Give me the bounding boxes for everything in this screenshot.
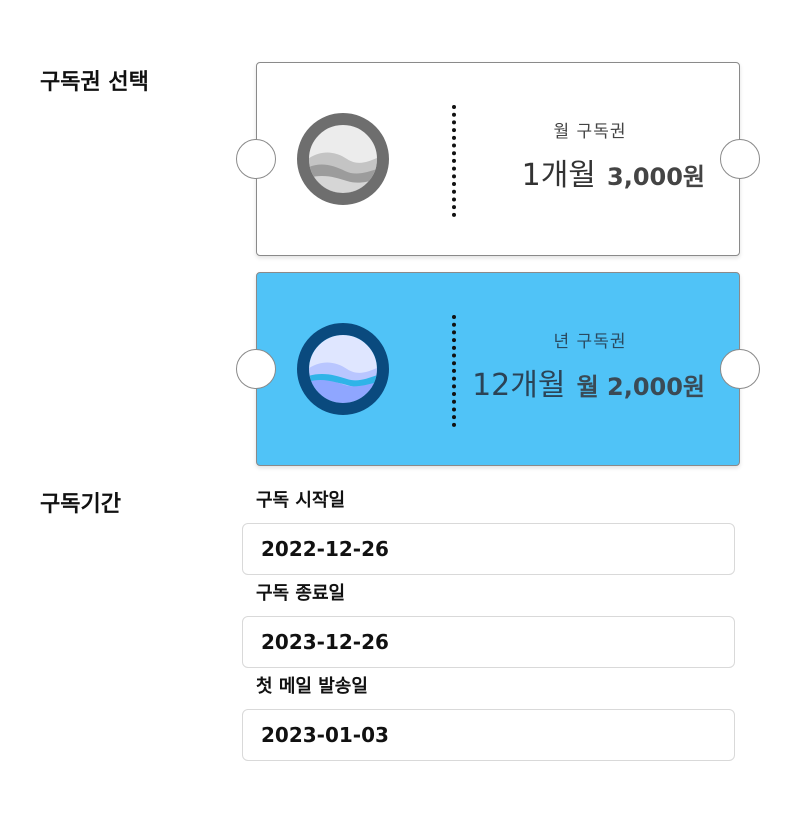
end-date-label: 구독 종료일 bbox=[256, 583, 346, 604]
ticket-duration: 1개월 bbox=[521, 158, 596, 193]
wave-ring-icon bbox=[297, 323, 389, 415]
ticket-notch-left bbox=[236, 139, 276, 179]
ticket-notch-right bbox=[720, 349, 760, 389]
ticket-price: 3,000원 bbox=[607, 163, 705, 191]
ticket-name: 년 구독권 bbox=[553, 332, 627, 352]
period-section-title: 구독기간 bbox=[40, 492, 121, 517]
monthly-plan-card[interactable]: 월 구독권 1개월 3,000원 bbox=[236, 62, 760, 256]
end-date-field[interactable] bbox=[242, 616, 735, 668]
ticket-price: 월 2,000원 bbox=[576, 373, 705, 401]
ticket-notch-left bbox=[236, 349, 276, 389]
first-mail-date-label: 첫 메일 발송일 bbox=[256, 676, 368, 697]
first-mail-date-field[interactable] bbox=[242, 709, 735, 761]
start-date-label: 구독 시작일 bbox=[256, 490, 346, 511]
plan-section-title: 구독권 선택 bbox=[40, 70, 149, 95]
start-date-field[interactable] bbox=[242, 523, 735, 575]
ticket-duration: 12개월 bbox=[472, 368, 566, 403]
ticket-notch-right bbox=[720, 139, 760, 179]
wave-ring-icon bbox=[297, 113, 389, 205]
yearly-plan-card[interactable]: 년 구독권 12개월 월 2,000원 bbox=[236, 272, 760, 466]
ticket-name: 월 구독권 bbox=[553, 122, 627, 142]
